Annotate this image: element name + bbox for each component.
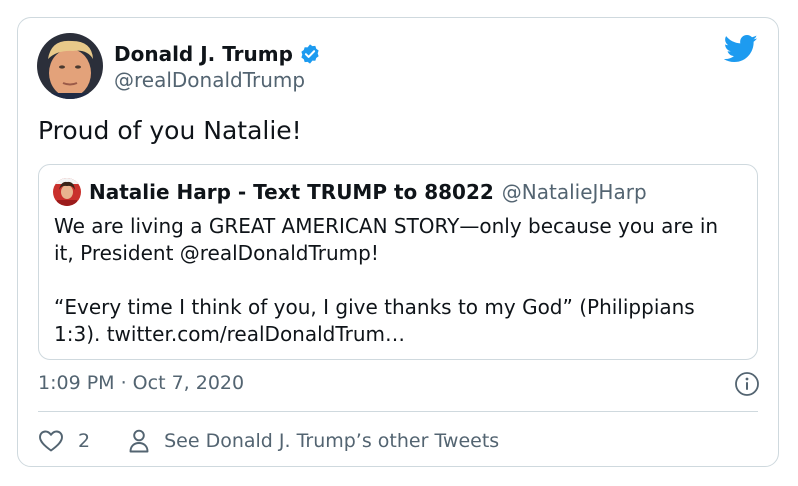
other-tweets-link-label: See Donald J. Trump’s other Tweets	[164, 430, 500, 452]
heart-icon[interactable]	[38, 429, 64, 453]
quoted-tweet[interactable]: Natalie Harp - Text TRUMP to 88022 @Nata…	[38, 164, 758, 360]
tweet-actions: 2 See Donald J. Trump’s other Tweets	[38, 426, 499, 456]
other-tweets-link[interactable]: See Donald J. Trump’s other Tweets	[128, 428, 499, 454]
author-name-row[interactable]: Donald J. Trump	[114, 40, 321, 68]
divider	[38, 411, 758, 412]
tweet-timestamp[interactable]: 1:09 PM · Oct 7, 2020	[38, 372, 244, 394]
quoted-author-name[interactable]: Natalie Harp - Text TRUMP to 88022	[89, 180, 494, 204]
quoted-tweet-paragraph: “Every time I think of you, I give thank…	[54, 295, 695, 346]
tweet-embed-card[interactable]: Donald J. Trump @realDonaldTrump Proud o…	[17, 17, 779, 467]
author-handle[interactable]: @realDonaldTrump	[114, 68, 305, 92]
twitter-bird-icon[interactable]	[723, 34, 758, 64]
author-avatar[interactable]	[37, 33, 103, 99]
person-icon	[128, 428, 150, 454]
quoted-tweet-body: We are living a GREAT AMERICAN STORY—onl…	[54, 213, 744, 348]
author-name[interactable]: Donald J. Trump	[114, 42, 293, 66]
verified-badge-icon	[299, 43, 321, 65]
quoted-author-handle[interactable]: @NatalieJHarp	[502, 180, 647, 204]
quoted-author-avatar[interactable]	[53, 178, 81, 206]
info-icon[interactable]	[734, 371, 760, 397]
quoted-tweet-paragraph: We are living a GREAT AMERICAN STORY—onl…	[54, 214, 719, 265]
quoted-tweet-header: Natalie Harp - Text TRUMP to 88022 @Nata…	[53, 177, 647, 207]
tweet-text: Proud of you Natalie!	[38, 116, 302, 145]
like-count[interactable]: 2	[78, 430, 90, 452]
